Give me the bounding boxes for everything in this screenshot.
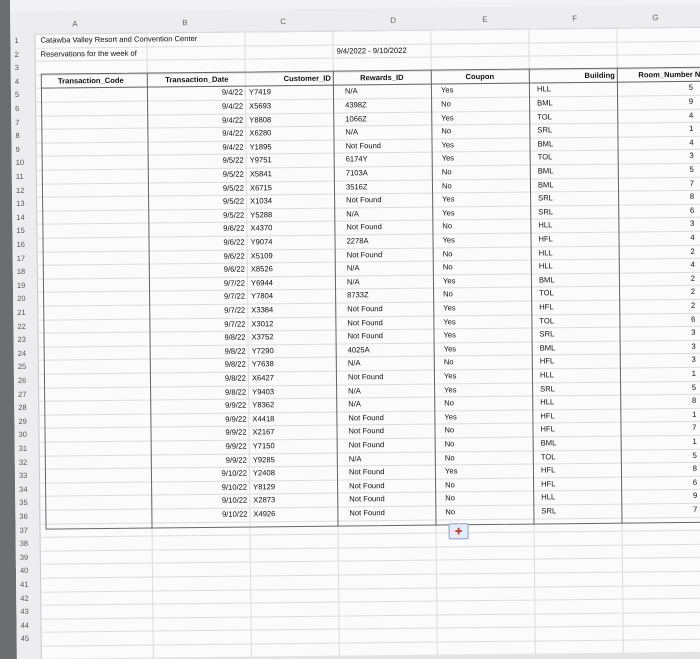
row-number[interactable]: 22 bbox=[17, 319, 35, 333]
column-header-f[interactable]: F bbox=[572, 14, 577, 23]
row-number[interactable]: 3 bbox=[15, 61, 33, 75]
row-number[interactable]: 31 bbox=[19, 442, 37, 456]
row-number[interactable]: 10 bbox=[16, 156, 34, 170]
column-header-e[interactable]: E bbox=[482, 15, 487, 24]
column-header-a[interactable]: A bbox=[72, 19, 77, 28]
row-number[interactable]: 39 bbox=[20, 551, 38, 565]
row-number[interactable]: 11 bbox=[16, 170, 34, 184]
row-number[interactable]: 45 bbox=[21, 632, 39, 646]
row-number[interactable]: 1 bbox=[14, 34, 32, 48]
row-number[interactable]: 5 bbox=[15, 88, 33, 102]
row-number[interactable]: 40 bbox=[20, 564, 38, 578]
row-number[interactable]: 7 bbox=[15, 115, 33, 129]
spreadsheet: A B C D E F G 1 Catawba Valley Resort and… bbox=[10, 0, 700, 659]
row-number[interactable]: 42 bbox=[20, 591, 38, 605]
row-number[interactable]: 4 bbox=[15, 75, 33, 89]
row-number[interactable]: 17 bbox=[17, 251, 35, 265]
row-number[interactable]: 30 bbox=[18, 428, 36, 442]
column-header-c[interactable]: C bbox=[280, 17, 286, 26]
row-number[interactable]: 35 bbox=[19, 496, 37, 510]
row-number[interactable]: 34 bbox=[19, 483, 37, 497]
row-number[interactable]: 21 bbox=[17, 306, 35, 320]
column-header-g[interactable]: G bbox=[652, 13, 658, 22]
row-number[interactable]: 37 bbox=[19, 523, 37, 537]
date-range[interactable]: 9/4/2022 - 9/10/2022 bbox=[336, 43, 476, 58]
row-number[interactable]: 38 bbox=[20, 537, 38, 551]
row-number[interactable]: 14 bbox=[16, 211, 34, 225]
row-number[interactable]: 15 bbox=[16, 224, 34, 238]
row-number[interactable]: 36 bbox=[19, 510, 37, 524]
row-number[interactable]: 25 bbox=[18, 360, 36, 374]
row-number[interactable]: 29 bbox=[18, 415, 36, 429]
row-number[interactable]: 9 bbox=[15, 143, 33, 157]
row-number[interactable]: 2 bbox=[14, 47, 32, 61]
row-number[interactable]: 20 bbox=[17, 292, 35, 306]
row-number[interactable]: 23 bbox=[17, 333, 35, 347]
row-number[interactable]: 33 bbox=[19, 469, 37, 483]
row-number[interactable]: 43 bbox=[20, 605, 38, 619]
row-number[interactable]: 12 bbox=[16, 183, 34, 197]
column-header-d[interactable]: D bbox=[390, 16, 396, 25]
row-number[interactable]: 41 bbox=[20, 578, 38, 592]
row-number[interactable]: 19 bbox=[17, 279, 35, 293]
data-table-border bbox=[40, 66, 700, 530]
row-number[interactable]: 8 bbox=[15, 129, 33, 143]
row-number[interactable]: 44 bbox=[20, 619, 38, 633]
row-number[interactable]: 32 bbox=[19, 455, 37, 469]
row-number[interactable]: 26 bbox=[18, 374, 36, 388]
row-number[interactable]: 28 bbox=[18, 401, 36, 415]
row-number[interactable]: 27 bbox=[18, 387, 36, 401]
column-header-b[interactable]: B bbox=[182, 18, 187, 27]
row-number[interactable]: 6 bbox=[15, 102, 33, 116]
row-number[interactable]: 13 bbox=[16, 197, 34, 211]
row-number[interactable]: 16 bbox=[16, 238, 34, 252]
row-number[interactable]: 24 bbox=[18, 347, 36, 361]
row-number[interactable]: 18 bbox=[17, 265, 35, 279]
paste-options-icon[interactable]: ✚ bbox=[448, 523, 469, 540]
